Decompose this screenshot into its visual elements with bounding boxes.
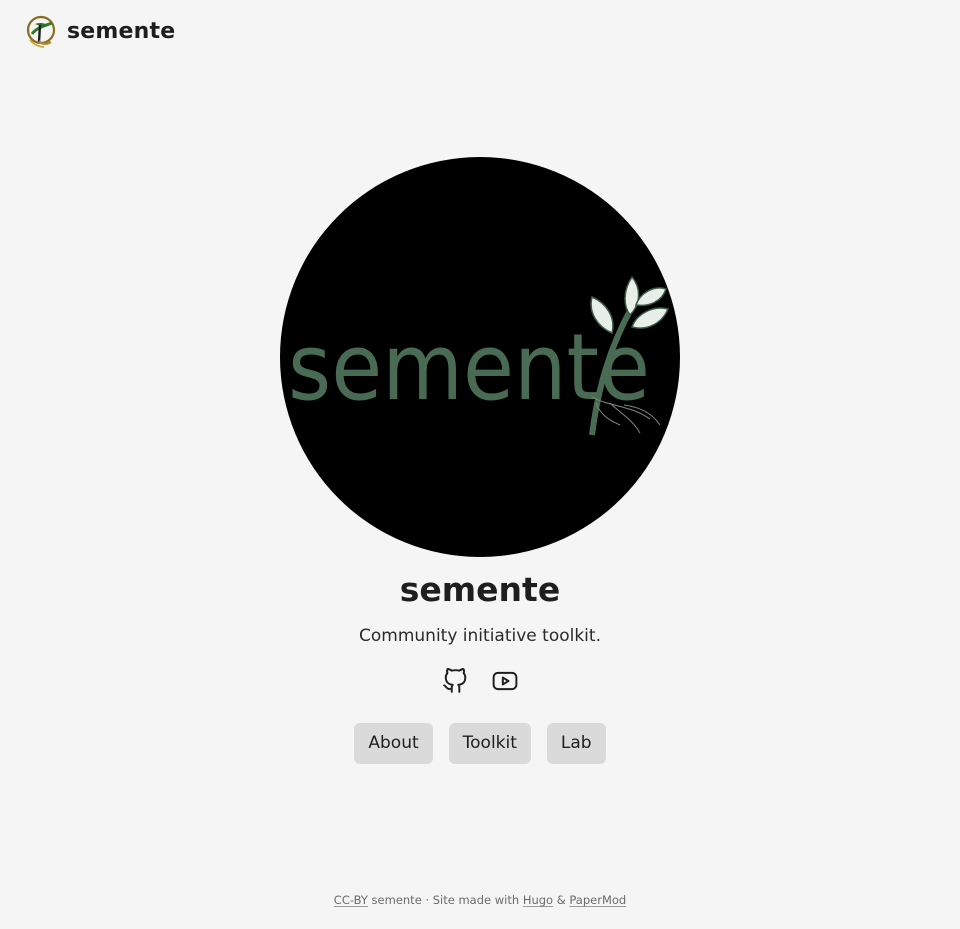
social-icons [0,667,960,695]
semente-seedling-logo-icon [26,15,56,48]
github-icon [443,668,467,693]
papermod-link[interactable]: PaperMod [569,893,626,907]
hugo-link[interactable]: Hugo [523,893,553,907]
footer-made-with: Site made with [432,893,520,907]
youtube-link[interactable] [492,667,518,695]
footer-amp: & [556,893,566,907]
toolkit-button[interactable]: Toolkit [448,723,531,764]
home-link[interactable]: semente [26,13,175,49]
profile-title: semente [399,570,561,609]
site-title: semente [67,18,176,44]
license-link[interactable]: CC-BY [334,893,368,907]
github-link[interactable] [442,667,468,695]
lab-button[interactable]: Lab [546,723,606,764]
footer-owner: semente [371,893,422,907]
profile-avatar: semente [280,157,680,557]
profile-subtitle: Community initiative toolkit. [359,626,601,646]
about-button[interactable]: About [354,723,433,764]
footer: CC-BY semente · Site made with Hugo & Pa… [0,891,960,909]
main-menu-buttons: About Toolkit Lab [0,723,960,764]
footer-separator: · [425,893,430,907]
youtube-icon [492,671,518,691]
